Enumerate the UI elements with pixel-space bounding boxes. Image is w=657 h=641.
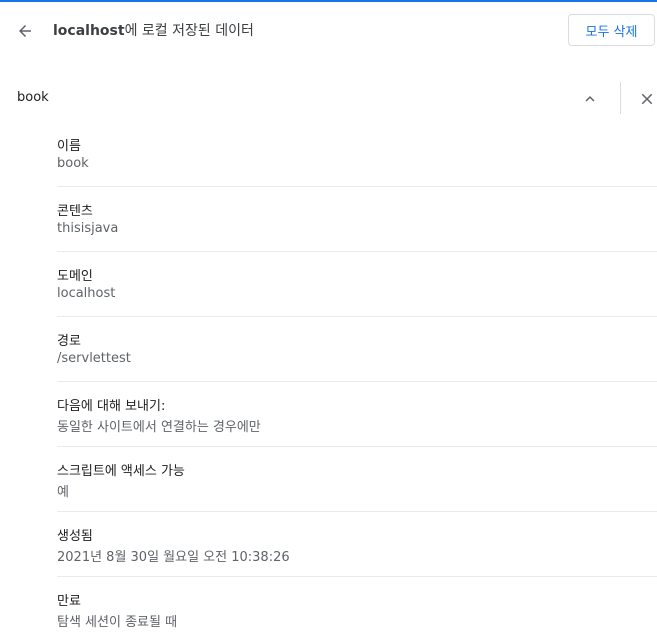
field-label: 생성됨	[57, 529, 93, 544]
divider	[620, 82, 621, 114]
field-value: localhost	[57, 286, 116, 301]
field-content: 콘텐츠 thisisjava	[57, 187, 657, 252]
site-data-page: localhost에 로컬 저장된 데이터 모두 삭제 book 이름 book…	[0, 0, 657, 641]
field-expires: 만료 탐색 세션이 종료될 때	[57, 577, 657, 641]
field-value: book	[57, 156, 89, 171]
field-label: 도메인	[57, 269, 93, 284]
field-name: 이름 book	[57, 122, 657, 187]
back-button[interactable]	[10, 16, 40, 46]
field-domain: 도메인 localhost	[57, 252, 657, 317]
field-value: 탐색 세션이 종료될 때	[57, 615, 178, 630]
page-title-suffix: 에 로컬 저장된 데이터	[124, 23, 254, 39]
cookie-name: book	[17, 90, 49, 105]
arrow-back-icon	[19, 25, 31, 37]
page-title: localhost에 로컬 저장된 데이터	[53, 20, 254, 40]
cookie-details: 이름 book 콘텐츠 thisisjava 도메인 localhost 경로 …	[57, 122, 657, 641]
field-value: 예	[57, 485, 69, 500]
field-label: 콘텐츠	[57, 204, 93, 219]
page-title-host: localhost	[53, 23, 125, 39]
field-value: 동일한 사이트에서 연결하는 경우에만	[57, 420, 261, 435]
field-label: 스크립트에 액세스 가능	[57, 464, 185, 479]
remove-cookie-button[interactable]	[634, 86, 657, 112]
field-script-access: 스크립트에 액세스 가능 예	[57, 447, 657, 512]
field-created: 생성됨 2021년 8월 30일 월요일 오전 10:38:26	[57, 512, 657, 577]
field-value: /servlettest	[57, 351, 131, 366]
field-label: 경로	[57, 334, 81, 349]
page-header: localhost에 로컬 저장된 데이터 모두 삭제	[0, 2, 657, 58]
field-send-for: 다음에 대해 보내기: 동일한 사이트에서 연결하는 경우에만	[57, 382, 657, 447]
close-icon	[641, 93, 653, 105]
field-path: 경로 /servlettest	[57, 317, 657, 382]
chevron-up-icon	[585, 96, 595, 102]
field-label: 다음에 대해 보내기:	[57, 399, 166, 414]
field-label: 이름	[57, 139, 81, 154]
field-value: thisisjava	[57, 221, 119, 236]
remove-all-button[interactable]: 모두 삭제	[568, 14, 655, 46]
field-value: 2021년 8월 30일 월요일 오전 10:38:26	[57, 550, 290, 565]
cookie-item: book	[0, 78, 657, 118]
field-label: 만료	[57, 594, 81, 609]
collapse-button[interactable]	[577, 86, 603, 112]
